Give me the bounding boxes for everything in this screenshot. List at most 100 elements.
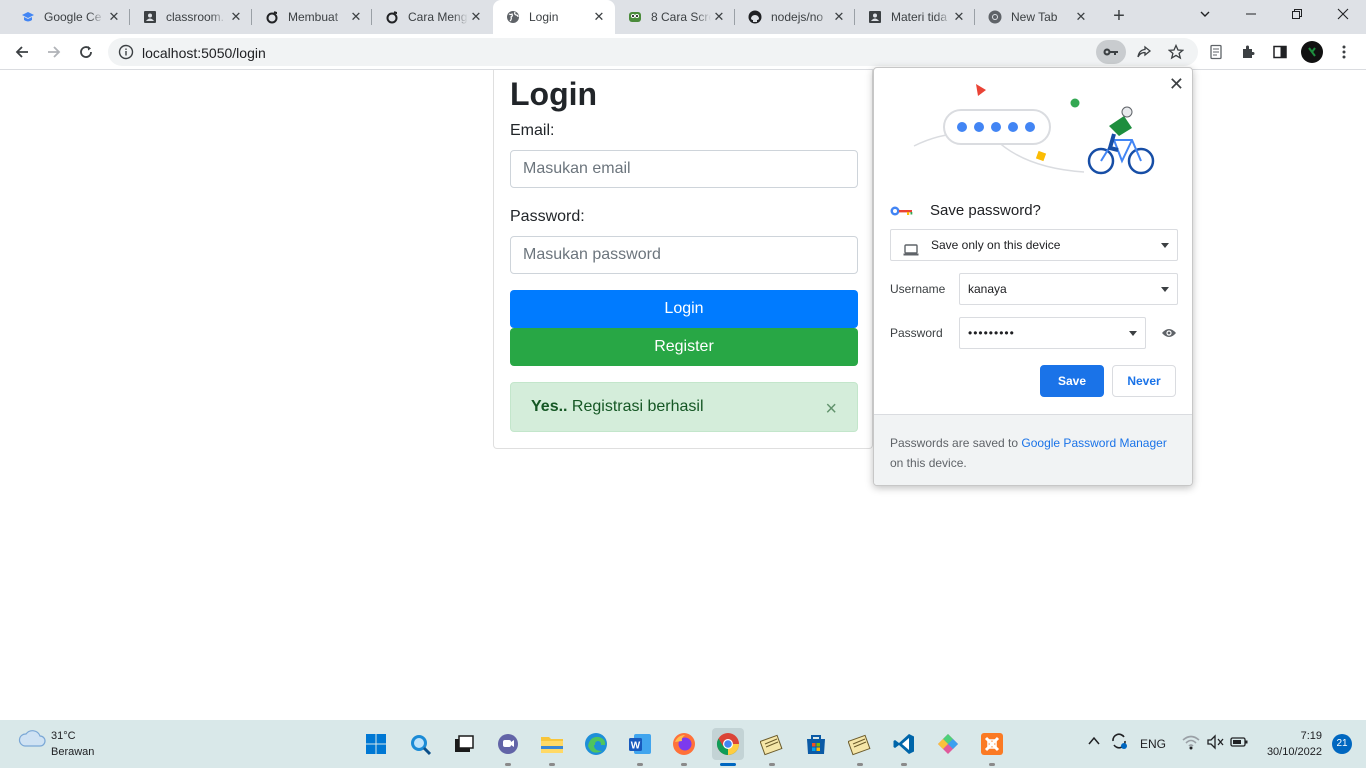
xampp-button[interactable]	[976, 728, 1008, 766]
alert-close-button[interactable]: ×	[825, 383, 837, 435]
close-tab-icon[interactable]: ✕	[106, 9, 122, 25]
close-tab-icon[interactable]: ✕	[1073, 9, 1089, 25]
tab-membuat[interactable]: Membuat ✕	[252, 0, 372, 34]
tab-8-cara[interactable]: 8 Cara Scre ✕	[615, 0, 735, 34]
menu-kebab-icon[interactable]	[1332, 40, 1356, 64]
close-tab-icon[interactable]: ✕	[831, 9, 847, 25]
chevron-down-icon	[1200, 11, 1210, 17]
profile-icon	[867, 9, 883, 25]
battery-icon[interactable]	[1230, 736, 1248, 751]
bicycle-illustration	[913, 84, 1155, 175]
new-tab-button[interactable]: +	[1108, 6, 1130, 28]
password-key-icon[interactable]	[1096, 40, 1126, 64]
globe-icon	[505, 9, 521, 25]
close-window-button[interactable]	[1320, 0, 1366, 30]
address-bar[interactable]: localhost:5050/login	[108, 38, 1198, 66]
language-indicator[interactable]: ENG	[1140, 737, 1166, 751]
file-explorer-button[interactable]	[536, 728, 568, 766]
login-button[interactable]: Login	[510, 290, 858, 328]
side-panel-icon[interactable]	[1268, 40, 1292, 64]
bookmark-star-icon[interactable]	[1164, 40, 1188, 64]
share-icon[interactable]	[1132, 40, 1156, 64]
wifi-icon[interactable]	[1182, 734, 1200, 753]
notes-app-button[interactable]	[756, 728, 788, 766]
email-label: Email:	[510, 122, 555, 139]
password-select[interactable]: •••••••••	[959, 317, 1146, 349]
profile-avatar[interactable]	[1300, 40, 1324, 64]
reload-button[interactable]	[72, 38, 100, 66]
google-classroom-icon	[20, 9, 36, 25]
notification-badge[interactable]: 21	[1332, 734, 1352, 754]
site-info-icon[interactable]	[118, 44, 134, 65]
reading-list-icon[interactable]	[1204, 40, 1228, 64]
teams-chat-button[interactable]	[492, 728, 524, 766]
tab-materi[interactable]: Materi tida ✕	[855, 0, 975, 34]
save-button[interactable]: Save	[1040, 365, 1104, 397]
svg-text:W: W	[631, 741, 641, 752]
tab-search-button[interactable]	[1182, 0, 1228, 30]
key-icon	[890, 204, 914, 222]
clock-date: 30/10/2022	[1266, 746, 1322, 758]
chrome-taskbar-button[interactable]	[712, 728, 744, 766]
close-tab-icon[interactable]: ✕	[591, 9, 607, 25]
microsoft-store-button[interactable]	[800, 728, 832, 760]
tab-new-tab[interactable]: New Tab ✕	[975, 0, 1097, 34]
weather-widget[interactable]: 31°C Berawan	[18, 728, 94, 758]
clock[interactable]: 7:19 30/10/2022	[1267, 728, 1322, 760]
chevron-up-icon[interactable]	[1087, 734, 1101, 751]
save-location-select[interactable]: Save only on this device	[890, 229, 1178, 261]
username-select[interactable]: kanaya	[959, 273, 1178, 305]
extensions-icon[interactable]	[1236, 40, 1260, 64]
firefox-button[interactable]	[668, 728, 700, 766]
edge-button[interactable]	[580, 728, 612, 760]
close-tab-icon[interactable]: ✕	[228, 9, 244, 25]
browser-toolbar: localhost:5050/login	[0, 34, 1366, 70]
password-input[interactable]	[510, 236, 858, 274]
tab-cara-meng[interactable]: Cara Meng ✕	[372, 0, 492, 34]
login-card: Login Email: Password: Login Register Ye…	[493, 70, 873, 449]
search-button[interactable]	[404, 728, 436, 760]
alert-message: Registrasi berhasil	[567, 398, 704, 415]
tab-google-classroom[interactable]: Google Ce ✕	[8, 0, 130, 34]
chrome-icon	[717, 733, 739, 755]
email-input[interactable]	[510, 150, 858, 188]
start-button[interactable]	[360, 728, 392, 760]
back-button[interactable]	[8, 38, 36, 66]
dialog-title: Save password?	[930, 202, 1041, 219]
tab-login[interactable]: Login ✕	[493, 0, 615, 34]
forward-button[interactable]	[40, 38, 68, 66]
password-manager-link[interactable]: Google Password Manager	[1021, 436, 1166, 450]
vscode-icon	[893, 734, 914, 754]
username-label: Username	[890, 282, 946, 296]
restore-icon	[1292, 9, 1302, 19]
close-tab-icon[interactable]: ✕	[468, 9, 484, 25]
save-password-dialog: ✕ Save password? Save only on this devic…	[873, 67, 1193, 486]
photos-app-button[interactable]	[932, 728, 964, 760]
never-button[interactable]: Never	[1112, 365, 1176, 397]
sync-icon[interactable]	[1110, 732, 1128, 753]
close-dialog-icon[interactable]: ✕	[1169, 74, 1184, 95]
notepad-icon	[760, 734, 783, 756]
dropdown-caret-icon	[1129, 331, 1137, 336]
minimize-button[interactable]	[1228, 0, 1274, 30]
close-tab-icon[interactable]: ✕	[348, 9, 364, 25]
page-title: Login	[510, 76, 598, 112]
close-tab-icon[interactable]: ✕	[711, 9, 727, 25]
alert-strong-text: Yes..	[531, 398, 568, 415]
tab-strip: Google Ce ✕ classroom. ✕ Membuat ✕ Cara …	[0, 0, 1366, 34]
restore-button[interactable]	[1274, 0, 1320, 30]
show-password-eye-icon[interactable]	[1161, 326, 1177, 344]
volume-muted-icon[interactable]	[1206, 734, 1224, 753]
register-button[interactable]: Register	[510, 328, 858, 366]
task-view-button[interactable]	[448, 728, 480, 760]
notes-app-2-button[interactable]	[844, 728, 876, 766]
arrow-right-icon	[48, 46, 61, 58]
github-icon	[747, 9, 763, 25]
firefox-icon	[673, 733, 695, 755]
tab-classroom[interactable]: classroom. ✕	[130, 0, 252, 34]
word-button[interactable]: W	[624, 728, 656, 766]
close-tab-icon[interactable]: ✕	[951, 9, 967, 25]
task-view-icon	[455, 735, 474, 752]
vscode-button[interactable]	[888, 728, 920, 766]
tab-nodejs[interactable]: nodejs/no ✕	[735, 0, 855, 34]
